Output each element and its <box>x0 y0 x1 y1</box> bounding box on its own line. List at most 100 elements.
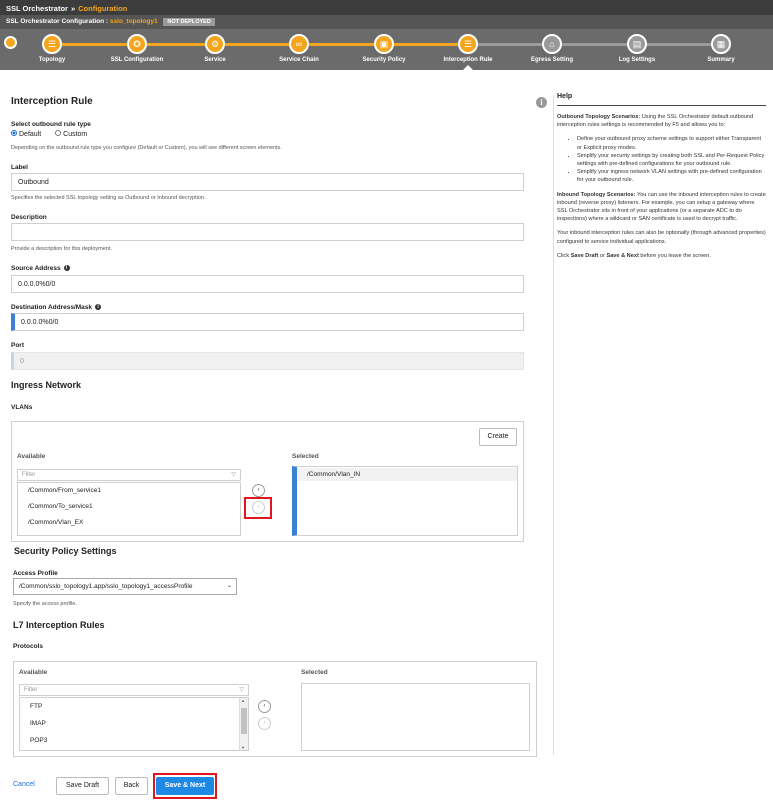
protocols-filter-input[interactable]: Filter ▽ <box>19 684 249 696</box>
vlan-available-item[interactable]: /Common/From_service1 <box>18 484 240 497</box>
source-address-label-text: Source Address <box>11 265 61 272</box>
access-profile-select[interactable]: /Common/sslo_topology1.app/sslo_topology… <box>13 578 237 595</box>
info-icon[interactable]: i <box>95 304 102 311</box>
protocol-available-item[interactable]: POP3 <box>20 734 248 747</box>
help-paragraph: Inbound Topology Scenarios: You can use … <box>557 191 766 224</box>
scrollbar-thumb[interactable] <box>241 708 247 734</box>
scroll-down-icon[interactable]: ▼ <box>241 745 245 750</box>
ingress-network-title: Ingress Network <box>11 380 82 390</box>
protocol-available-item[interactable]: IMAP <box>20 717 248 730</box>
wizard-step-interception-rule[interactable]: ☰ Interception Rule <box>423 29 513 70</box>
config-label: SSL Orchestrator Configuration : <box>6 18 109 25</box>
help-title-rule <box>557 105 766 106</box>
list-icon: ☰ <box>458 34 478 54</box>
lock-icon: ▣ <box>374 34 394 54</box>
wizard-step-label: Egress Setting <box>530 57 573 63</box>
wizard-step-security-policy[interactable]: ▣ Security Policy <box>339 29 429 70</box>
help-paragraph: Click Save Draft or Save & Next before y… <box>557 252 766 260</box>
port-input[interactable]: 0 <box>11 352 524 370</box>
vlans-label: VLANs <box>11 404 33 411</box>
title-bar: SSL Orchestrator» Configuration <box>0 0 773 15</box>
help-paragraph: Outbound Topology Scenarios: Using the S… <box>557 113 766 129</box>
help-bullet-list: Define your outbound proxy scheme settin… <box>557 135 766 184</box>
security-policy-title: Security Policy Settings <box>14 546 117 556</box>
wizard-step-label: Topology <box>38 57 66 63</box>
radio-custom[interactable]: Custom <box>55 130 88 138</box>
page-title: Interception Rule <box>11 96 93 107</box>
config-subtitle-bar: SSL Orchestrator Configuration : sslo_to… <box>0 15 773 29</box>
chevron-down-icon: ⌄ <box>226 583 232 589</box>
radio-custom-label: Custom <box>63 131 88 138</box>
protocols-selected-label: Selected <box>301 669 328 676</box>
help-panel: Help Outbound Topology Scenarios: Using … <box>557 93 766 266</box>
info-icon[interactable]: i <box>63 265 70 272</box>
wizard-step-label: Interception Rule <box>443 57 493 63</box>
move-right-button[interactable]: › <box>252 501 265 514</box>
vlan-available-item[interactable]: /Common/To_service1 <box>18 500 240 513</box>
vlans-filter-placeholder: Filter <box>22 472 36 478</box>
wizard-step-label: Summary <box>707 57 735 63</box>
breadcrumb-configuration[interactable]: Configuration <box>78 4 127 13</box>
label-input[interactable]: Outbound <box>11 173 524 191</box>
save-next-button[interactable]: Save & Next <box>156 777 214 795</box>
help-bullet: Simplify your security settings by creat… <box>577 152 766 168</box>
wizard-step-service[interactable]: ⚙ Service <box>170 29 260 70</box>
access-profile-label: Access Profile <box>13 570 58 577</box>
rule-type-radio-group: Default Custom <box>11 130 88 138</box>
wizard-step-service-chain[interactable]: ∞ Service Chain <box>254 29 344 70</box>
description-input[interactable] <box>11 223 524 241</box>
help-info-icon[interactable]: i <box>536 97 547 108</box>
gears-icon: ⚙ <box>205 34 225 54</box>
scrollbar[interactable]: ▲ ▼ <box>239 698 248 750</box>
wizard-step-egress-setting[interactable]: ⌂ Egress Setting <box>507 29 597 70</box>
vlan-selected-item[interactable]: /Common/Vlan_IN <box>297 468 517 481</box>
help-body: Outbound Topology Scenarios: Using the S… <box>557 113 766 260</box>
filter-icon: ▽ <box>239 687 244 693</box>
vlans-available-label: Available <box>17 453 46 460</box>
filter-icon: ▽ <box>231 472 236 478</box>
vlan-available-item[interactable]: /Common/Vlan_EX <box>18 516 240 529</box>
destination-address-label: Destination Address/Mask i <box>11 304 102 311</box>
radio-default[interactable]: Default <box>11 130 41 138</box>
rule-type-label: Select outbound rule type <box>11 121 91 128</box>
move-right-button[interactable]: › <box>258 717 271 730</box>
cancel-link[interactable]: Cancel <box>13 781 35 788</box>
access-profile-hint: Specify the access profile. <box>13 601 77 607</box>
source-address-input[interactable]: 0.0.0.0%0/0 <box>11 275 524 293</box>
back-button[interactable]: Back <box>115 777 148 795</box>
app-name[interactable]: SSL Orchestrator <box>6 4 68 13</box>
protocol-available-item[interactable]: FTP <box>20 700 248 713</box>
label-hint: Specifies the selected SSL topology sett… <box>11 195 206 201</box>
move-left-button[interactable]: ‹ <box>258 700 271 713</box>
current-step-caret <box>463 65 473 70</box>
create-button[interactable]: Create <box>479 428 517 446</box>
help-leave-text: before you leave the screen. <box>640 252 711 259</box>
wizard-step-log-settings[interactable]: ▤ Log Settings <box>592 29 682 70</box>
scroll-up-icon[interactable]: ▲ <box>241 698 245 703</box>
help-paragraph: Your inbound interception rules can also… <box>557 230 766 245</box>
help-inbound-label: Inbound Topology Scenarios: <box>557 191 636 198</box>
description-hint: Provide a description for this deploymen… <box>11 246 112 252</box>
home-icon[interactable] <box>4 36 17 49</box>
wizard-step-ssl-configuration[interactable]: ✪ SSL Configuration <box>92 29 182 70</box>
access-profile-value: /Common/sslo_topology1.app/sslo_topology… <box>19 583 193 590</box>
wizard-progress: ☰ Topology ✪ SSL Configuration ⚙ Service ∞ Serv… <box>0 29 773 70</box>
topology-name: sslo_topology1 <box>109 18 158 25</box>
status-badge: NOT DEPLOYED <box>163 18 215 26</box>
vlans-selected-label: Selected <box>292 453 319 460</box>
radio-custom-circle[interactable] <box>55 130 62 137</box>
wizard-step-label: Service <box>204 57 226 63</box>
move-left-button[interactable]: ‹ <box>252 484 265 497</box>
network-icon: ⌂ <box>542 34 562 54</box>
destination-address-input[interactable]: 0.0.0.0%0/0 <box>11 313 524 331</box>
help-save-draft-ref: Save Draft <box>570 252 599 259</box>
wizard-step-summary[interactable]: ▦ Summary <box>676 29 766 70</box>
wizard-step-topology[interactable]: ☰ Topology <box>7 29 97 70</box>
wizard-step-label: Security Policy <box>362 57 406 63</box>
vlans-filter-input[interactable]: Filter ▽ <box>17 469 241 481</box>
wizard-step-label: SSL Configuration <box>110 57 164 63</box>
certificate-icon: ✪ <box>127 34 147 54</box>
save-draft-button[interactable]: Save Draft <box>56 777 109 795</box>
wizard-step-label: Log Settings <box>618 57 656 63</box>
radio-default-circle[interactable] <box>11 130 17 137</box>
